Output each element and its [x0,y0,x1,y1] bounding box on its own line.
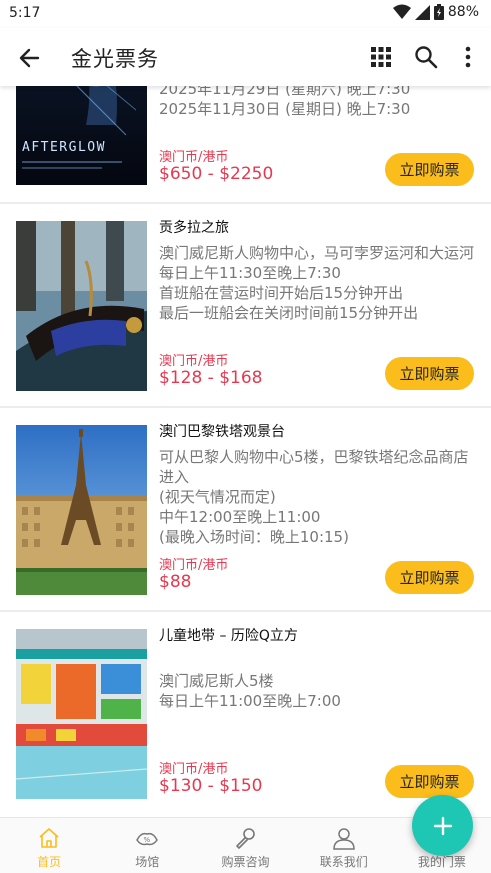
currency-label: 澳门币/港币 [159,354,229,369]
back-button[interactable] [16,44,44,72]
event-card[interactable]: 儿童地带 – 历险Q立方 澳门威尼斯人5楼 每日上午11:00至晚上7:00 澳… [0,612,491,817]
kids-play-area-image [16,629,147,799]
eiffel-tower-image [16,425,147,595]
nav-item-home[interactable]: 首页 [0,818,98,873]
price: $130 - $150 [159,776,263,796]
event-desc-line: 澳门威尼斯人购物中心，马可孛罗运河和大运河 [159,244,475,262]
arrow-left-icon [19,48,40,68]
status-bar: 5:17 88% [0,0,491,28]
grid-menu-button[interactable] [370,46,392,68]
event-desc-line: 首班船在营运时间开始后15分钟开出 [159,284,404,302]
event-poster[interactable]: AFTERGLOW [16,86,147,185]
person-icon [332,828,355,850]
event-desc-line: (最晚入场时间：晚上10:15) [159,528,349,546]
status-time: 5:17 [9,5,41,21]
event-desc-line: 2025年11月30日 (星期日) 晚上7:30 [159,100,411,118]
nav-item-ticket-inquiry[interactable]: 购票咨询 [196,818,294,873]
event-card[interactable]: AFTERGLOW 2025年11月29日 (星期六) 晚上7:30 2025年… [0,86,491,204]
search-button[interactable] [413,44,439,70]
event-desc-line: 澳门威尼斯人5楼 [159,672,274,690]
buy-ticket-button[interactable]: 立即购票 [385,561,474,594]
event-desc-line: 2025年11月29日 (星期六) 晚上7:30 [159,86,411,98]
page-title: 金光票务 [71,47,159,71]
microphone-icon [235,828,255,849]
event-list[interactable]: AFTERGLOW 2025年11月29日 (星期六) 晚上7:30 2025年… [0,86,491,817]
nav-label: 联系我们 [319,855,368,869]
battery-icon [433,4,444,20]
event-desc-line: 每日上午11:00至晚上7:00 [159,692,341,710]
concert-poster-image: AFTERGLOW [16,86,147,185]
price: $128 - $168 [159,368,263,388]
buy-ticket-button[interactable]: 立即购票 [385,765,474,798]
search-icon [415,46,438,69]
event-desc-line: 最后一班船会在关闭时间前15分钟开出 [159,304,419,322]
nav-label: 购票咨询 [221,855,270,869]
app-bar: 金光票务 [0,28,491,86]
currency-label: 澳门币/港币 [159,762,229,777]
more-vertical-icon [465,46,471,68]
event-title: 儿童地带 – 历险Q立方 [159,628,298,644]
buy-ticket-button[interactable]: 立即购票 [385,153,474,186]
event-card[interactable]: 澳门巴黎铁塔观景台 可从巴黎人购物中心5楼，巴黎铁塔纪念品商店进入 (视天气情况… [0,408,491,612]
event-poster[interactable] [16,221,147,391]
event-info: 2025年11月29日 (星期六) 晚上7:30 2025年11月30日 (星期… [159,86,477,119]
currency-label: 澳门币/港币 [159,558,229,573]
plus-icon [433,816,452,835]
svg-text:%: % [144,836,151,844]
nav-label: 场馆 [135,855,160,869]
nav-item-venue[interactable]: % 场馆 [98,818,196,873]
buy-ticket-button[interactable]: 立即购票 [385,357,474,390]
home-icon [39,828,59,848]
event-desc-line: 中午12:00至晚上11:00 [159,508,321,526]
more-options-button[interactable] [458,44,478,70]
venue-icon: % [136,832,159,846]
add-fab-button[interactable] [412,795,473,856]
gondola-image [16,221,147,391]
event-info: 澳门巴黎铁塔观景台 可从巴黎人购物中心5楼，巴黎铁塔纪念品商店进入 (视天气情况… [159,422,477,547]
battery-percent: 88% [447,4,479,20]
nav-label: 首页 [37,855,62,869]
price: $88 [159,572,192,592]
event-card[interactable]: 贡多拉之旅 澳门威尼斯人购物中心，马可孛罗运河和大运河 每日上午11:30至晚上… [0,204,491,408]
event-desc-line: 每日上午11:30至晚上7:30 [159,264,341,282]
event-poster[interactable] [16,629,147,799]
event-info: 贡多拉之旅 澳门威尼斯人购物中心，马可孛罗运河和大运河 每日上午11:30至晚上… [159,218,477,323]
grid-icon [371,47,391,67]
event-info: 儿童地带 – 历险Q立方 澳门威尼斯人5楼 每日上午11:00至晚上7:00 [159,626,477,711]
poster-title: AFTERGLOW [22,140,106,155]
event-desc-line: 可从巴黎人购物中心5楼，巴黎铁塔纪念品商店进入 [159,448,469,486]
event-poster[interactable] [16,425,147,595]
price: $650 - $2250 [159,164,274,184]
nav-item-contact[interactable]: 联系我们 [295,818,393,873]
cell-signal-icon [414,4,430,20]
wifi-icon [392,4,411,19]
event-desc-line: (视天气情况而定) [159,488,276,506]
event-title: 澳门巴黎铁塔观景台 [159,424,285,440]
currency-label: 澳门币/港币 [159,150,229,165]
status-icons: 88% [392,4,479,20]
event-title: 贡多拉之旅 [159,220,229,236]
